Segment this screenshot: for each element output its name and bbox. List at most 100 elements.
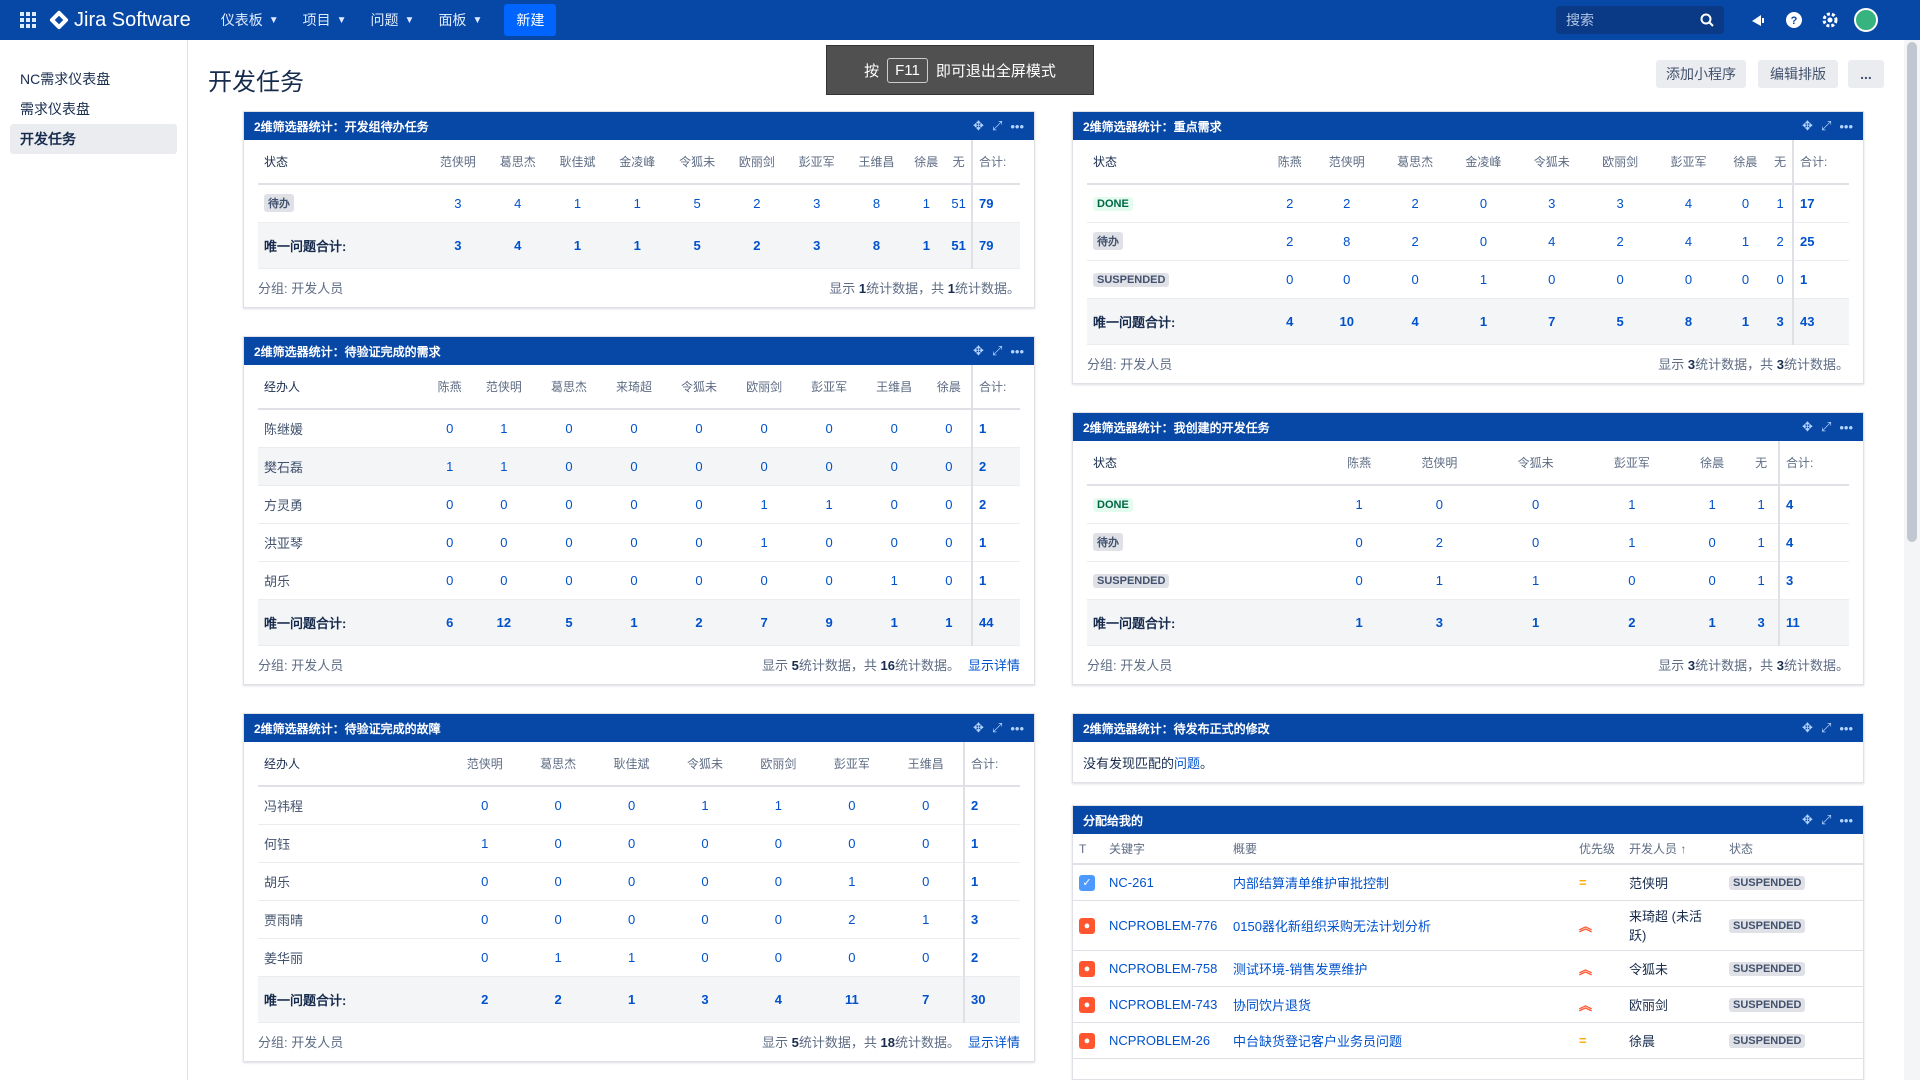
issue-summary-link[interactable]: 0150器化新组织采购无法计划分析	[1233, 919, 1431, 934]
stat-cell[interactable]: 3	[1585, 184, 1655, 223]
column-header[interactable]: 徐晨	[1679, 441, 1745, 486]
stat-cell[interactable]: 1	[906, 184, 947, 223]
stat-cell[interactable]: 0	[926, 447, 972, 486]
stat-cell[interactable]: 2	[726, 184, 787, 223]
stat-cell[interactable]: 1	[796, 485, 862, 524]
stat-cell[interactable]: 0	[731, 561, 797, 600]
stat-cell[interactable]: 0	[926, 485, 972, 524]
stat-cell[interactable]: 2	[1585, 222, 1655, 261]
sum-cell[interactable]: 3	[1768, 298, 1793, 345]
stat-cell[interactable]: 0	[741, 900, 816, 939]
stat-cell[interactable]: 0	[741, 938, 816, 977]
issue-summary-link[interactable]: 测试环境-销售发票维护	[1233, 962, 1367, 977]
maximize-icon[interactable]: ⤢	[992, 343, 1002, 359]
column-header-key[interactable]: 关键字	[1103, 834, 1227, 865]
row-total[interactable]: 79	[971, 184, 1020, 223]
stat-cell[interactable]: 2	[1312, 184, 1381, 223]
stat-cell[interactable]: 1	[1583, 485, 1680, 524]
sum-cell[interactable]: 7	[888, 976, 964, 1023]
column-header[interactable]: 范侠明	[1391, 441, 1488, 486]
status-lozenge[interactable]: DONE	[1093, 498, 1133, 513]
stat-cell[interactable]: 0	[668, 862, 742, 901]
stat-cell[interactable]: 0	[521, 824, 595, 863]
sum-cell[interactable]: 4	[1380, 298, 1450, 345]
stat-cell[interactable]: 0	[926, 561, 972, 600]
column-header[interactable]: 彭亚军	[1583, 441, 1680, 486]
stat-cell[interactable]: 0	[471, 523, 537, 562]
sum-cell[interactable]: 8	[846, 222, 907, 269]
stat-cell[interactable]: 1	[1487, 561, 1584, 600]
stat-cell[interactable]: 51	[946, 184, 972, 223]
stat-cell[interactable]: 5	[667, 184, 727, 223]
maximize-icon[interactable]: ⤢	[1821, 419, 1831, 435]
sum-cell[interactable]: 7	[1517, 298, 1586, 345]
sum-cell[interactable]: 6	[428, 599, 472, 646]
column-header[interactable]: 令狐未	[667, 140, 727, 185]
column-header-status[interactable]: 状态	[1723, 834, 1863, 865]
row-total[interactable]: 2	[963, 786, 1020, 825]
row-total[interactable]: 2	[963, 938, 1020, 977]
row-total[interactable]: 1	[971, 409, 1020, 448]
status-lozenge[interactable]: 待办	[1093, 232, 1123, 250]
stat-cell[interactable]: 0	[666, 447, 732, 486]
more-icon[interactable]: •••	[1839, 119, 1853, 134]
issue-key-link[interactable]: NCPROBLEM-743	[1109, 997, 1217, 1012]
sum-cell[interactable]: 5	[536, 599, 602, 646]
column-header[interactable]: 葛思杰	[1380, 140, 1450, 185]
column-header[interactable]: 无	[1768, 140, 1793, 185]
column-header[interactable]: 徐晨	[906, 140, 947, 185]
sum-cell[interactable]: 3	[786, 222, 847, 269]
stat-cell[interactable]: 0	[448, 862, 522, 901]
sum-cell[interactable]: 3	[1744, 599, 1779, 646]
stat-cell[interactable]: 1	[731, 523, 797, 562]
stat-cell[interactable]: 0	[815, 786, 889, 825]
stat-cell[interactable]: 0	[888, 824, 964, 863]
more-icon[interactable]: •••	[1839, 721, 1853, 736]
sum-cell[interactable]: 1	[601, 599, 667, 646]
sum-total[interactable]: 79	[971, 222, 1020, 269]
column-header-type[interactable]: T	[1073, 834, 1103, 865]
more-icon[interactable]: •••	[1010, 119, 1024, 134]
more-icon[interactable]: •••	[1010, 344, 1024, 359]
stat-cell[interactable]: 0	[448, 900, 522, 939]
column-header[interactable]: 陈燕	[428, 365, 472, 410]
help-icon[interactable]: ?	[1776, 2, 1812, 38]
move-icon[interactable]: ✥	[1802, 812, 1813, 828]
column-header-summary[interactable]: 概要	[1227, 834, 1573, 865]
stat-cell[interactable]: 0	[666, 409, 732, 448]
stat-cell[interactable]: 0	[926, 409, 972, 448]
edit-layout-button[interactable]: 编辑排版	[1758, 60, 1838, 88]
stat-cell[interactable]: 0	[1380, 260, 1450, 299]
sum-cell[interactable]: 9	[796, 599, 862, 646]
stat-cell[interactable]: 0	[521, 786, 595, 825]
stat-cell[interactable]: 0	[666, 561, 732, 600]
move-icon[interactable]: ✥	[973, 720, 984, 736]
move-icon[interactable]: ✥	[1802, 118, 1813, 134]
column-header[interactable]: 王维昌	[846, 140, 907, 185]
row-total[interactable]: 3	[963, 900, 1020, 939]
status-lozenge[interactable]: DONE	[1093, 197, 1133, 212]
stat-cell[interactable]: 0	[1312, 260, 1381, 299]
nav-boards[interactable]: 面板 ▼	[426, 10, 494, 30]
row-total[interactable]: 1	[971, 561, 1020, 600]
sum-cell[interactable]: 11	[815, 976, 889, 1023]
sum-total[interactable]: 43	[1792, 298, 1849, 345]
column-header-priority[interactable]: 优先级	[1573, 834, 1623, 865]
stat-cell[interactable]: 3	[428, 184, 488, 223]
stat-cell[interactable]: 0	[448, 786, 522, 825]
sum-cell[interactable]: 3	[428, 222, 488, 269]
user-avatar[interactable]	[1848, 2, 1884, 38]
stat-cell[interactable]: 0	[601, 485, 667, 524]
sum-cell[interactable]: 7	[731, 599, 797, 646]
sum-cell[interactable]: 1	[906, 222, 947, 269]
sum-cell[interactable]: 2	[666, 599, 732, 646]
stat-cell[interactable]: 1	[731, 485, 797, 524]
sum-cell[interactable]: 2	[1583, 599, 1680, 646]
stat-cell[interactable]: 1	[1768, 184, 1793, 223]
stat-cell[interactable]: 1	[1391, 561, 1488, 600]
stat-cell[interactable]: 0	[861, 409, 927, 448]
stat-cell[interactable]: 0	[1487, 485, 1584, 524]
stat-cell[interactable]: 0	[1679, 561, 1745, 600]
stat-cell[interactable]: 0	[796, 447, 862, 486]
show-details-link[interactable]: 显示详情	[968, 658, 1020, 673]
